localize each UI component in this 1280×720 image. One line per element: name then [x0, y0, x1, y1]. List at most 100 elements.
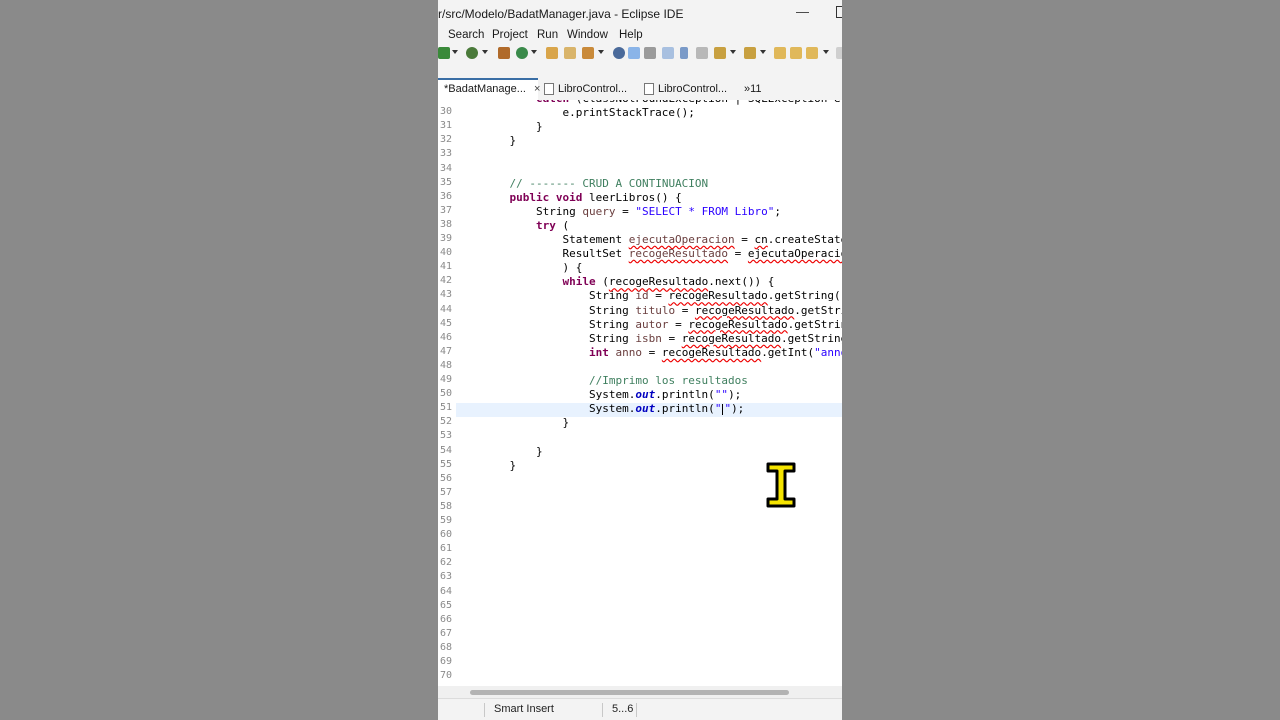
run-icon[interactable]: [466, 47, 478, 59]
line-number: 50: [439, 388, 452, 400]
line-number: 49: [439, 374, 452, 385]
line-number: 47: [439, 345, 452, 357]
code-line[interactable]: }: [483, 416, 569, 429]
status-divider: [636, 703, 637, 717]
annotation-prev-icon[interactable]: [744, 47, 756, 59]
code-line[interactable]: ResultSet recogeResultado = ejecutaOpera…: [483, 247, 842, 260]
menu-search[interactable]: Search: [448, 29, 484, 41]
refresh-icon[interactable]: [516, 47, 528, 59]
line-number: 42: [439, 275, 452, 287]
launch-icon[interactable]: [582, 47, 594, 59]
tab-badatmanager[interactable]: *BadatManage... ×: [438, 78, 540, 101]
line-number: 44: [439, 303, 452, 315]
maximize-icon[interactable]: [836, 6, 842, 18]
code-line[interactable]: int anno = recogeResultado.getInt("anno"…: [483, 346, 842, 359]
code-editor[interactable]: 29 catch (ClassNotFoundException | SQLEx…: [438, 100, 842, 686]
line-number: 58: [439, 500, 452, 512]
chevron-down-icon[interactable]: [598, 50, 604, 54]
last-edit-icon[interactable]: [774, 47, 786, 59]
code-line[interactable]: }: [483, 445, 543, 458]
pen-icon[interactable]: [628, 47, 640, 59]
chevron-down-icon[interactable]: [531, 50, 537, 54]
line-number: 60: [439, 529, 452, 541]
code-line[interactable]: try (: [483, 219, 569, 232]
line-number: 63: [439, 571, 452, 583]
chevron-down-icon[interactable]: [823, 50, 829, 54]
back-icon[interactable]: [790, 47, 802, 59]
code-line[interactable]: String id = recogeResultado.getString("i…: [483, 289, 842, 302]
code-line[interactable]: Statement ejecutaOperacion = cn.createSt…: [483, 233, 842, 246]
code-line[interactable]: ) {: [483, 261, 582, 274]
line-number: 59: [439, 515, 452, 526]
code-line[interactable]: String autor = recogeResultado.getString…: [483, 318, 842, 331]
line-number: 38: [439, 218, 452, 230]
scrollbar-thumb[interactable]: [470, 690, 789, 695]
tab-label: LibroControl...: [658, 83, 728, 95]
tab-overflow[interactable]: »11: [744, 78, 774, 100]
code-line[interactable]: catch (ClassNotFoundException | SQLExcep…: [483, 100, 842, 105]
line-number: 68: [439, 641, 452, 653]
line-number: 48: [439, 359, 452, 371]
chevron-down-icon[interactable]: [482, 50, 488, 54]
code-line[interactable]: System.out.println("");: [483, 402, 744, 415]
line-number: 64: [439, 585, 452, 597]
code-line[interactable]: public void leerLibros() {: [483, 191, 682, 204]
line-number: 53: [439, 430, 452, 442]
toggle-icon[interactable]: [644, 47, 656, 59]
line-number: 30: [439, 106, 452, 118]
line-number: 57: [439, 486, 452, 498]
folder-icon[interactable]: [546, 47, 558, 59]
annotation-next-icon[interactable]: [714, 47, 726, 59]
annotation-icon[interactable]: [696, 47, 708, 59]
close-icon[interactable]: ×: [534, 83, 540, 95]
line-number: 51: [439, 402, 452, 414]
line-number: 65: [439, 599, 452, 611]
block-icon[interactable]: [662, 47, 674, 59]
code-line[interactable]: e.printStackTrace();: [483, 106, 694, 119]
menu-project[interactable]: Project: [492, 29, 528, 41]
line-number: 61: [439, 543, 452, 555]
java-file-icon: [544, 83, 554, 96]
code-line[interactable]: System.out.println("");: [483, 388, 741, 401]
search-icon[interactable]: [613, 47, 625, 59]
code-line[interactable]: while (recogeResultado.next()) {: [483, 275, 774, 288]
code-line[interactable]: //Imprimo los resultados: [483, 374, 748, 387]
code-line[interactable]: }: [483, 120, 543, 133]
menu-help[interactable]: Help: [619, 29, 643, 41]
code-line[interactable]: String isbn = recogeResultado.getString(…: [483, 332, 842, 345]
open-folder-icon[interactable]: [564, 47, 576, 59]
line-number: 52: [439, 416, 452, 428]
debug-icon[interactable]: [438, 47, 450, 59]
line-number: 40: [439, 247, 452, 259]
horizontal-scrollbar[interactable]: [438, 686, 842, 698]
forward-icon[interactable]: [806, 47, 818, 59]
line-number: 36: [439, 190, 452, 202]
line-number: 39: [439, 233, 452, 244]
eclipse-window: r/src/Modelo/BadatManager.java - Eclipse…: [438, 0, 842, 720]
code-line[interactable]: String query = "SELECT * FROM Libro";: [483, 205, 781, 218]
code-line[interactable]: String titulo = recogeResultado.getStrin…: [483, 304, 842, 317]
overflow-icon[interactable]: [836, 47, 842, 59]
line-number: 55: [439, 458, 452, 470]
tab-librocontrol-2[interactable]: LibroControl...: [644, 78, 734, 100]
chevron-down-icon[interactable]: [452, 50, 458, 54]
build-icon[interactable]: [498, 47, 510, 59]
menu-run[interactable]: Run: [537, 29, 558, 41]
code-line[interactable]: }: [483, 134, 516, 147]
line-number: 45: [439, 317, 452, 329]
minimize-icon[interactable]: —: [796, 4, 809, 19]
menu-window[interactable]: Window: [567, 29, 608, 41]
tab-librocontrol-1[interactable]: LibroControl...: [544, 78, 634, 100]
pilcrow-icon[interactable]: [680, 47, 688, 59]
line-number: 29: [438, 100, 452, 103]
editor-tabs: *BadatManage... × LibroControl... LibroC…: [438, 78, 842, 101]
status-divider: [602, 703, 603, 717]
line-number: 32: [439, 134, 452, 146]
code-line[interactable]: // ------- CRUD A CONTINUACION: [483, 177, 709, 190]
i-beam-cursor-icon: [766, 462, 796, 508]
chevron-down-icon[interactable]: [760, 50, 766, 54]
code-line[interactable]: }: [483, 459, 516, 472]
line-number: 31: [439, 120, 452, 132]
line-number: 56: [439, 472, 452, 484]
chevron-down-icon[interactable]: [730, 50, 736, 54]
